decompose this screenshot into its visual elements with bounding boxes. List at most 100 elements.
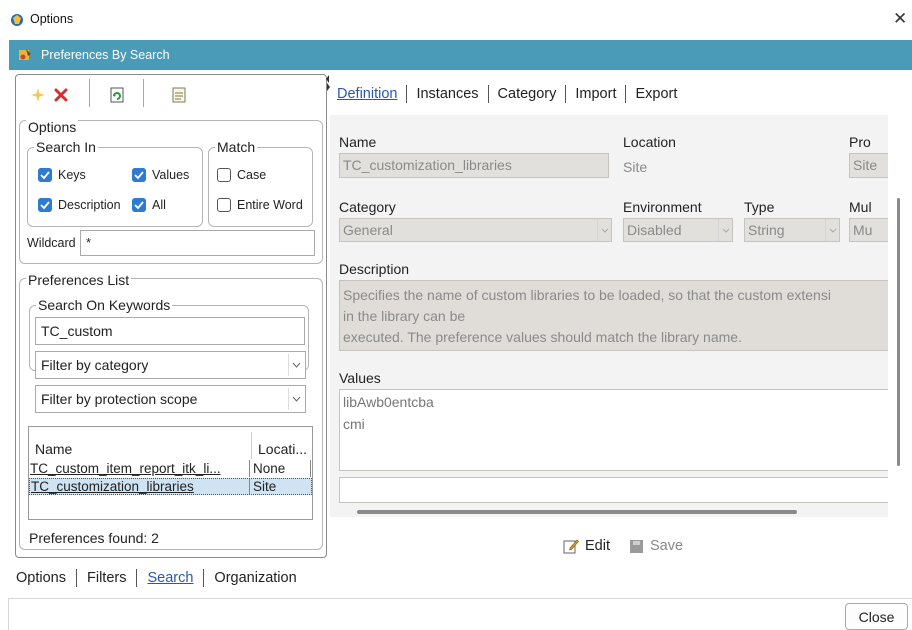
location-value: Site <box>623 159 648 175</box>
match-legend: Match <box>215 139 258 155</box>
tab-separator <box>136 569 138 587</box>
left-bottom-tabs: Options Filters Search Organization <box>16 569 297 587</box>
cell-divider <box>310 460 311 477</box>
all-checkbox[interactable]: All <box>132 198 166 212</box>
close-label: Close <box>858 608 895 625</box>
tab-separator <box>75 569 77 587</box>
multiple-select: Mu <box>849 218 888 242</box>
checkbox-unchecked-icon[interactable] <box>217 168 231 182</box>
tab-separator <box>203 569 205 587</box>
description-line: Specifies the name of custom libraries t… <box>343 287 831 303</box>
values-checkbox[interactable]: Values <box>132 168 189 182</box>
close-button[interactable]: Close <box>845 603 908 630</box>
value-item: libAwb0entcba <box>343 394 434 410</box>
window-title: Options <box>30 12 74 26</box>
checkbox-checked-icon[interactable] <box>38 168 52 182</box>
new-star-icon[interactable] <box>29 86 47 104</box>
horizontal-scrollbar[interactable] <box>339 506 888 517</box>
delete-icon[interactable] <box>52 86 70 104</box>
checkbox-checked-icon[interactable] <box>132 198 146 212</box>
document-icon[interactable] <box>170 86 188 104</box>
preferences-table: Name Locati... TC_custom_item_report_itk… <box>28 426 313 520</box>
keys-label: Keys <box>58 168 86 182</box>
filter-scope-select[interactable]: Filter by protection scope <box>35 385 306 413</box>
tab-organization[interactable]: Organization <box>214 570 296 586</box>
column-divider <box>251 432 252 459</box>
horizontal-scroll-thumb[interactable] <box>357 510 797 514</box>
filter-category-select[interactable]: Filter by category <box>35 351 306 379</box>
match-group <box>208 147 313 227</box>
value-input[interactable] <box>339 477 888 503</box>
row-location: Site <box>253 479 277 494</box>
search-in-legend: Search In <box>34 139 98 155</box>
tab-export[interactable]: Export <box>635 86 677 102</box>
tab-import[interactable]: Import <box>575 86 616 102</box>
description-label: Description <box>339 261 410 277</box>
toolbar-separator <box>89 79 90 107</box>
checkbox-checked-icon[interactable] <box>38 198 52 212</box>
name-label: Name <box>339 134 377 150</box>
tab-category[interactable]: Category <box>498 86 557 102</box>
search-on-keywords-legend: Search On Keywords <box>36 297 173 313</box>
type-value: String <box>748 222 785 238</box>
entire-word-checkbox[interactable]: Entire Word <box>217 198 303 212</box>
chevron-down-icon[interactable] <box>288 388 303 410</box>
refresh-icon[interactable] <box>108 86 126 104</box>
tab-separator <box>625 85 627 103</box>
tab-options[interactable]: Options <box>16 570 66 586</box>
environment-value: Disabled <box>627 222 682 238</box>
tab-instances[interactable]: Instances <box>416 86 478 102</box>
window-close-icon[interactable]: ✕ <box>893 9 907 29</box>
row-name: TC_custom_item_report_itk_li... <box>30 461 221 476</box>
column-header-name[interactable]: Name <box>35 441 72 457</box>
type-label: Type <box>744 199 775 215</box>
location-label: Location <box>623 134 676 150</box>
cell-divider <box>249 460 250 477</box>
table-row[interactable]: TC_custom_item_report_itk_li... None <box>29 460 312 477</box>
name-field: TC_customization_libraries <box>339 153 609 178</box>
toolbar-separator <box>143 79 144 107</box>
tab-filters[interactable]: Filters <box>87 570 126 586</box>
save-button[interactable]: Save <box>629 538 683 554</box>
tab-separator <box>565 85 567 103</box>
vertical-scroll-thumb[interactable] <box>897 198 900 466</box>
values-list[interactable]: libAwb0entcba cmi <box>339 389 888 471</box>
chevron-down-icon[interactable] <box>288 354 303 376</box>
entire-word-label: Entire Word <box>237 198 303 212</box>
category-label: Category <box>339 199 396 215</box>
environment-select: Disabled <box>623 218 733 242</box>
keyword-search-input[interactable]: TC_custom <box>35 317 305 345</box>
checkbox-unchecked-icon[interactable] <box>217 198 231 212</box>
case-label: Case <box>237 168 267 182</box>
footer-left-border <box>8 598 9 630</box>
tab-definition[interactable]: Definition <box>337 86 397 102</box>
preferences-banner: Preferences By Search <box>9 40 912 70</box>
checkbox-checked-icon[interactable] <box>132 168 146 182</box>
column-header-location[interactable]: Locati... <box>258 441 307 457</box>
category-value: General <box>343 222 393 238</box>
category-select: General <box>339 218 612 242</box>
save-icon <box>630 539 643 553</box>
chevron-down-icon <box>597 219 611 241</box>
case-checkbox[interactable]: Case <box>217 168 266 182</box>
tab-search[interactable]: Search <box>147 570 193 586</box>
table-row-selected[interactable]: TC_customization_libraries Site <box>29 478 312 495</box>
search-in-group <box>27 147 203 227</box>
preferences-icon <box>19 49 31 60</box>
all-label: All <box>152 198 166 212</box>
protection-label: Pro <box>849 134 871 150</box>
protection-field: Site <box>849 153 888 178</box>
splitter-handle-icon[interactable] <box>326 75 330 91</box>
wildcard-input[interactable]: * <box>80 230 315 256</box>
values-label: Values <box>339 370 381 386</box>
chevron-down-icon <box>825 219 839 241</box>
description-line: executed. The preference values should m… <box>343 329 742 345</box>
keys-checkbox[interactable]: Keys <box>38 168 86 182</box>
description-checkbox[interactable]: Description <box>38 198 121 212</box>
row-location: None <box>253 461 286 476</box>
edit-label: Edit <box>585 538 610 554</box>
filter-category-value: Filter by category <box>41 357 149 373</box>
cell-divider <box>249 479 250 494</box>
edit-icon <box>563 539 579 554</box>
edit-button[interactable]: Edit <box>563 538 610 554</box>
